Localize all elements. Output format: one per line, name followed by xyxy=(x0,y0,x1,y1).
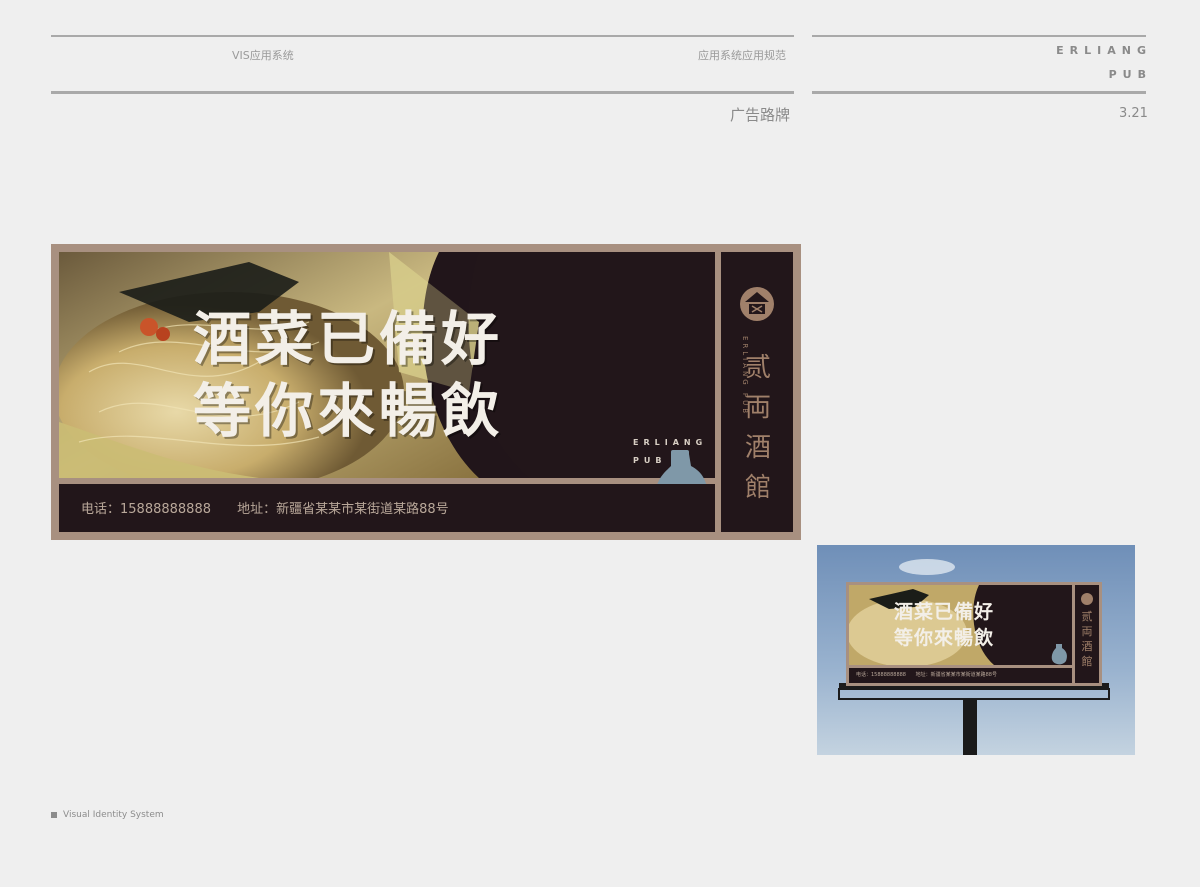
billboard-design: 酒菜已備好 等你來暢飲 ERLIANG PUB 両 电话：15888888888… xyxy=(51,244,801,540)
billboard-contact-bar: 电话：15888888888 地址：新疆省某某市某街道某路88号 xyxy=(59,484,715,532)
mini-sake-jar-icon xyxy=(1051,644,1067,665)
slogan-line-2: 等你來暢飲 xyxy=(193,377,504,445)
footer: Visual Identity System xyxy=(51,810,164,820)
mini-side-panel: 贰両酒館 xyxy=(1075,585,1099,683)
phone-number: 电话：15888888888 xyxy=(81,502,211,517)
billboard-side-panel: ERLIANG PUB 贰両酒館 xyxy=(721,252,793,532)
mini-address: 地址：新疆省某某市某街道某路88号 xyxy=(915,672,997,678)
mini-main-panel: 酒菜已備好 等你來暢飲 xyxy=(849,585,1072,665)
pub-logo-icon xyxy=(740,287,774,321)
mini-contact-info: 电话：15888888888 地址：新疆省某某市某街道某路88号 xyxy=(856,671,1005,678)
header-center-label: 应用系统应用规范 xyxy=(698,49,786,62)
brand-en-line1: ERLIANG xyxy=(1056,44,1152,57)
address: 地址：新疆省某某市某街道某路88号 xyxy=(237,502,449,517)
mini-slogan-line-1: 酒菜已備好 xyxy=(894,601,995,623)
footer-square-icon xyxy=(51,811,57,818)
mini-billboard: 酒菜已備好 等你來暢飲 电话：15888888888 地址：新疆省某某市某街道某… xyxy=(846,582,1102,686)
mini-contact-bar: 电话：15888888888 地址：新疆省某某市某街道某路88号 xyxy=(849,668,1072,683)
footer-label: Visual Identity System xyxy=(63,810,164,820)
mini-slogan-line-2: 等你來暢飲 xyxy=(894,627,995,649)
header-bottom-rule-right xyxy=(812,91,1146,94)
mini-pub-logo-icon xyxy=(1081,593,1093,605)
section-title: 广告路牌 xyxy=(730,106,791,124)
billboard-main-panel: 酒菜已備好 等你來暢飲 ERLIANG PUB xyxy=(59,252,715,478)
header-top-rule-left xyxy=(51,35,794,37)
billboard-mockup-photo: 酒菜已備好 等你來暢飲 电话：15888888888 地址：新疆省某某市某街道某… xyxy=(817,545,1135,755)
contact-info: 电话：15888888888 地址：新疆省某某市某街道某路88号 xyxy=(81,498,471,517)
billboard-brand-en-1: ERLIANG xyxy=(633,438,708,447)
mini-side-brand-cn: 贰両酒館 xyxy=(1081,610,1093,668)
brand-en-line2: PUB xyxy=(1108,68,1152,81)
side-brand-cn: 贰両酒館 xyxy=(744,353,771,503)
header-top-rule-right xyxy=(812,35,1146,37)
mini-phone-number: 电话：15888888888 xyxy=(856,672,906,678)
header-left-label: VIS应用系统 xyxy=(232,49,294,62)
page-number: 3.21 xyxy=(1119,106,1148,121)
header-bottom-rule-left xyxy=(51,91,794,94)
